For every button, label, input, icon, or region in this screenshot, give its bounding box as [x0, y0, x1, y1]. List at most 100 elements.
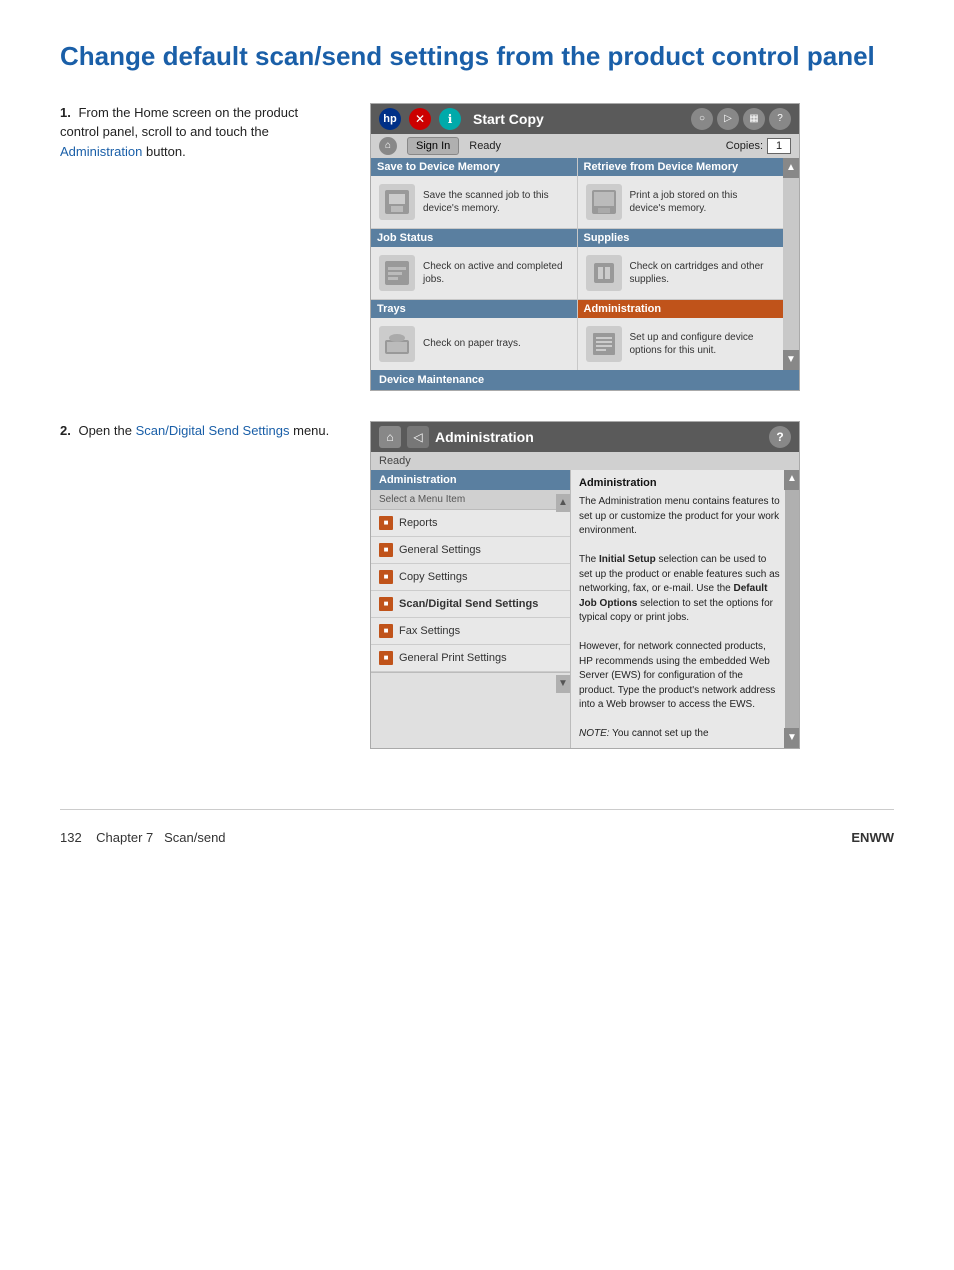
screen2-ready: Ready: [379, 455, 411, 467]
trays-text: Check on paper trays.: [423, 337, 521, 350]
grid-section-jobstatus: Job Status Check on active and completed…: [371, 229, 577, 299]
page-number: 132: [60, 830, 82, 845]
question-icon: ?: [769, 108, 791, 130]
screen1-subheader: ⌂ Sign In Ready Copies: 1: [371, 134, 799, 158]
jobstatus-item[interactable]: Check on active and completed jobs.: [371, 247, 577, 299]
left-scroll-down[interactable]: ▼: [556, 675, 570, 693]
grid-section-trays: Trays Check on paper trays.: [371, 300, 577, 370]
info-icon: ℹ: [439, 108, 461, 130]
screen1-header: hp ✕ ℹ Start Copy ○ ▷ ▦ ?: [371, 104, 799, 134]
screen2-right-panel: Administration The Administration menu c…: [571, 470, 799, 748]
page-title: Change default scan/send settings from t…: [60, 40, 894, 73]
grid-section-retrieve: Retrieve from Device Memory Print a job …: [578, 158, 784, 228]
screen1-grid-container: Save to Device Memory Save the scanned j…: [371, 158, 799, 370]
menu-scan-settings-label: Scan/Digital Send Settings: [399, 598, 538, 610]
step1-link[interactable]: Administration: [60, 144, 142, 159]
circle-icon-1: ○: [691, 108, 713, 130]
footer-right: ENWW: [851, 830, 894, 845]
home-icon: ⌂: [379, 137, 397, 155]
menu-print-settings-label: General Print Settings: [399, 652, 507, 664]
copies-value[interactable]: 1: [767, 138, 791, 154]
left-scroll-up[interactable]: ▲: [556, 494, 570, 512]
menu-item-print-settings[interactable]: ■ General Print Settings: [371, 645, 570, 672]
supplies-item[interactable]: Check on cartridges and other supplies.: [578, 247, 784, 299]
chapter-label: Chapter 7: [96, 830, 153, 845]
menu-general-settings-label: General Settings: [399, 544, 481, 556]
copies-area: Copies: 1: [726, 138, 791, 154]
print-settings-icon: ■: [379, 651, 393, 665]
trays-icon: [379, 326, 415, 362]
step2-text-after: menu.: [290, 423, 330, 438]
trays-section-header: Trays: [371, 300, 577, 318]
retrieve-section-header: Retrieve from Device Memory: [578, 158, 784, 176]
grid-icon: ▦: [743, 108, 765, 130]
right-scroll-up[interactable]: ▲: [784, 470, 799, 490]
step2-number: 2.: [60, 423, 71, 438]
administration-item[interactable]: Set up and configure device options for …: [578, 318, 784, 370]
device-maintenance-bar: Device Maintenance: [371, 370, 799, 390]
circle-icon-2: ▷: [717, 108, 739, 130]
retrieve-text: Print a job stored on this device's memo…: [630, 189, 776, 215]
step2-row: 2. Open the Scan/Digital Send Settings m…: [60, 421, 894, 749]
administration-section-header: Administration: [578, 300, 784, 318]
step1-text: 1. From the Home screen on the product c…: [60, 103, 340, 162]
copy-settings-icon: ■: [379, 570, 393, 584]
menu-copy-settings-label: Copy Settings: [399, 571, 467, 583]
save-item[interactable]: Save the scanned job to this device's me…: [371, 176, 577, 228]
copies-label: Copies:: [726, 140, 763, 152]
menu-reports-label: Reports: [399, 517, 438, 529]
trays-item[interactable]: Check on paper trays.: [371, 318, 577, 370]
grid-section-save: Save to Device Memory Save the scanned j…: [371, 158, 577, 228]
step1-number: 1.: [60, 105, 71, 120]
jobstatus-section-header: Job Status: [371, 229, 577, 247]
reports-icon: ■: [379, 516, 393, 530]
screen2-right-body: The Administration menu contains feature…: [579, 495, 781, 742]
supplies-section-header: Supplies: [578, 229, 784, 247]
screen2-admin-label: Administration: [435, 429, 763, 445]
administration-icon: [586, 326, 622, 362]
retrieve-icon: [586, 184, 622, 220]
signin-button[interactable]: Sign In: [407, 137, 459, 155]
step2-text: 2. Open the Scan/Digital Send Settings m…: [60, 421, 340, 441]
grid-section-supplies: Supplies Check on cartridges and other s…: [578, 229, 784, 299]
menu-item-scan-settings[interactable]: ■ Scan/Digital Send Settings: [371, 591, 570, 618]
screen2-left-header: Administration: [371, 470, 570, 490]
menu-item-copy-settings[interactable]: ■ Copy Settings: [371, 564, 570, 591]
supplies-icon: [586, 255, 622, 291]
administration-text: Set up and configure device options for …: [630, 331, 776, 357]
screen1-grid: Save to Device Memory Save the scanned j…: [371, 158, 783, 370]
screen2-header: ⌂ ◁ Administration ?: [371, 422, 799, 452]
screen1-scrollbar: ▲ ▼: [783, 158, 799, 370]
screen2-device: ⌂ ◁ Administration ? Ready Administratio…: [370, 421, 800, 749]
chapter-detail: Scan/send: [164, 830, 225, 845]
menu-item-fax-settings[interactable]: ■ Fax Settings: [371, 618, 570, 645]
screen2-body: Administration Select a Menu Item ▲ ■ Re…: [371, 470, 799, 748]
scroll-down-btn[interactable]: ▼: [783, 350, 799, 370]
jobstatus-icon: [379, 255, 415, 291]
warning-icon: ✕: [409, 108, 431, 130]
retrieve-item[interactable]: Print a job stored on this device's memo…: [578, 176, 784, 228]
save-text: Save the scanned job to this device's me…: [423, 189, 569, 215]
start-copy-label: Start Copy: [469, 111, 683, 127]
footer-left: 132 Chapter 7 Scan/send: [60, 830, 226, 845]
screen2-help-icon[interactable]: ?: [769, 426, 791, 448]
screen2-back-icon[interactable]: ◁: [407, 426, 429, 448]
menu-item-general-settings[interactable]: ■ General Settings: [371, 537, 570, 564]
screen1-device: hp ✕ ℹ Start Copy ○ ▷ ▦ ? ⌂ Sign In Read…: [370, 103, 800, 391]
step2-text-before: Open the: [78, 423, 135, 438]
right-scroll-down[interactable]: ▼: [784, 728, 799, 748]
screen2-right-scrollbar: ▲ ▼: [785, 470, 799, 748]
step1-row: 1. From the Home screen on the product c…: [60, 103, 894, 391]
left-scroll-bottom: ▼: [371, 672, 570, 695]
hp-logo: hp: [379, 108, 401, 130]
right-icons: ○ ▷ ▦ ?: [691, 108, 791, 130]
step2-link[interactable]: Scan/Digital Send Settings: [136, 423, 290, 438]
general-settings-icon: ■: [379, 543, 393, 557]
save-section-header: Save to Device Memory: [371, 158, 577, 176]
menu-item-reports[interactable]: ■ Reports: [371, 510, 570, 537]
screen2-subheader: Ready: [371, 452, 799, 470]
jobstatus-text: Check on active and completed jobs.: [423, 260, 569, 286]
ready-status: Ready: [469, 140, 501, 152]
scroll-up-btn[interactable]: ▲: [783, 158, 799, 178]
screen2-home-icon[interactable]: ⌂: [379, 426, 401, 448]
